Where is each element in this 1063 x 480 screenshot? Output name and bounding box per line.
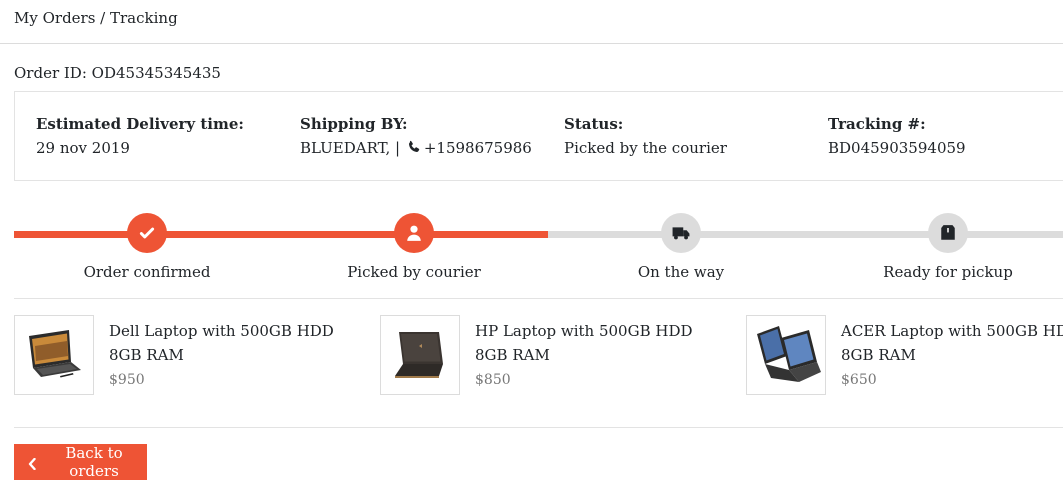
truck-icon	[661, 213, 701, 253]
tracking-progress: Order confirmed Picked by courier On the…	[0, 212, 1063, 292]
order-info-card: Estimated Delivery time: 29 nov 2019 Shi…	[14, 91, 1063, 181]
delivery-info: Estimated Delivery time: 29 nov 2019	[36, 115, 296, 157]
status-info: Status: Picked by the courier	[564, 115, 824, 157]
acer-laptop-image[interactable]	[746, 315, 826, 395]
shipping-title: Shipping BY:	[300, 115, 408, 133]
product-item[interactable]: HP Laptop with 500GB HDD 8GB RAM $850	[380, 315, 740, 395]
product-name: Dell Laptop with 500GB HDD 8GB RAM	[109, 322, 334, 364]
check-icon	[127, 213, 167, 253]
step-label: Order confirmed	[83, 263, 211, 281]
step-picked-by-courier: Picked by courier	[314, 212, 514, 281]
breadcrumb: My Orders / Tracking	[14, 9, 178, 27]
step-on-the-way: On the way	[581, 212, 781, 281]
divider	[14, 427, 1063, 428]
shipping-info: Shipping BY: BLUEDART, | +1598675986	[300, 115, 560, 157]
shipping-phone: +1598675986	[423, 139, 532, 157]
step-label: On the way	[637, 263, 725, 281]
shipping-value: BLUEDART, | +1598675986	[300, 139, 560, 157]
delivery-value: 29 nov 2019	[36, 139, 130, 157]
back-button-label: Back to orders	[65, 444, 123, 480]
status-title: Status:	[564, 115, 624, 133]
step-label: Picked by courier	[347, 263, 481, 281]
order-id: Order ID: OD45345345435	[14, 64, 221, 82]
phone-icon	[407, 140, 421, 154]
step-label: Ready for pickup	[883, 263, 1013, 281]
user-icon	[394, 213, 434, 253]
product-price: $850	[475, 372, 511, 388]
page-header: My Orders / Tracking	[0, 0, 1063, 44]
divider	[14, 298, 1063, 299]
chevron-left-icon	[27, 456, 37, 471]
shipping-carrier: BLUEDART, |	[300, 139, 401, 157]
product-name: ACER Laptop with 500GB HDD 8GB RAM	[841, 322, 1063, 364]
step-ready-for-pickup: Ready for pickup	[848, 212, 1048, 281]
product-name: HP Laptop with 500GB HDD 8GB RAM	[475, 322, 693, 364]
tracking-info: Tracking #: BD045903594059	[828, 115, 1063, 157]
product-price: $950	[109, 372, 145, 388]
status-value: Picked by the courier	[564, 139, 727, 157]
hp-laptop-image[interactable]	[380, 315, 460, 395]
product-price: $650	[841, 372, 877, 388]
delivery-title: Estimated Delivery time:	[36, 115, 244, 133]
tracking-title: Tracking #:	[828, 115, 926, 133]
dell-laptop-image[interactable]	[14, 315, 94, 395]
back-to-orders-button[interactable]: Back to orders	[14, 444, 147, 480]
product-item[interactable]: Dell Laptop with 500GB HDD 8GB RAM $950	[14, 315, 374, 395]
tracking-value: BD045903594059	[828, 139, 966, 157]
box-icon	[928, 213, 968, 253]
step-order-confirmed: Order confirmed	[47, 212, 247, 281]
product-item[interactable]: ACER Laptop with 500GB HDD 8GB RAM $650	[746, 315, 1063, 395]
